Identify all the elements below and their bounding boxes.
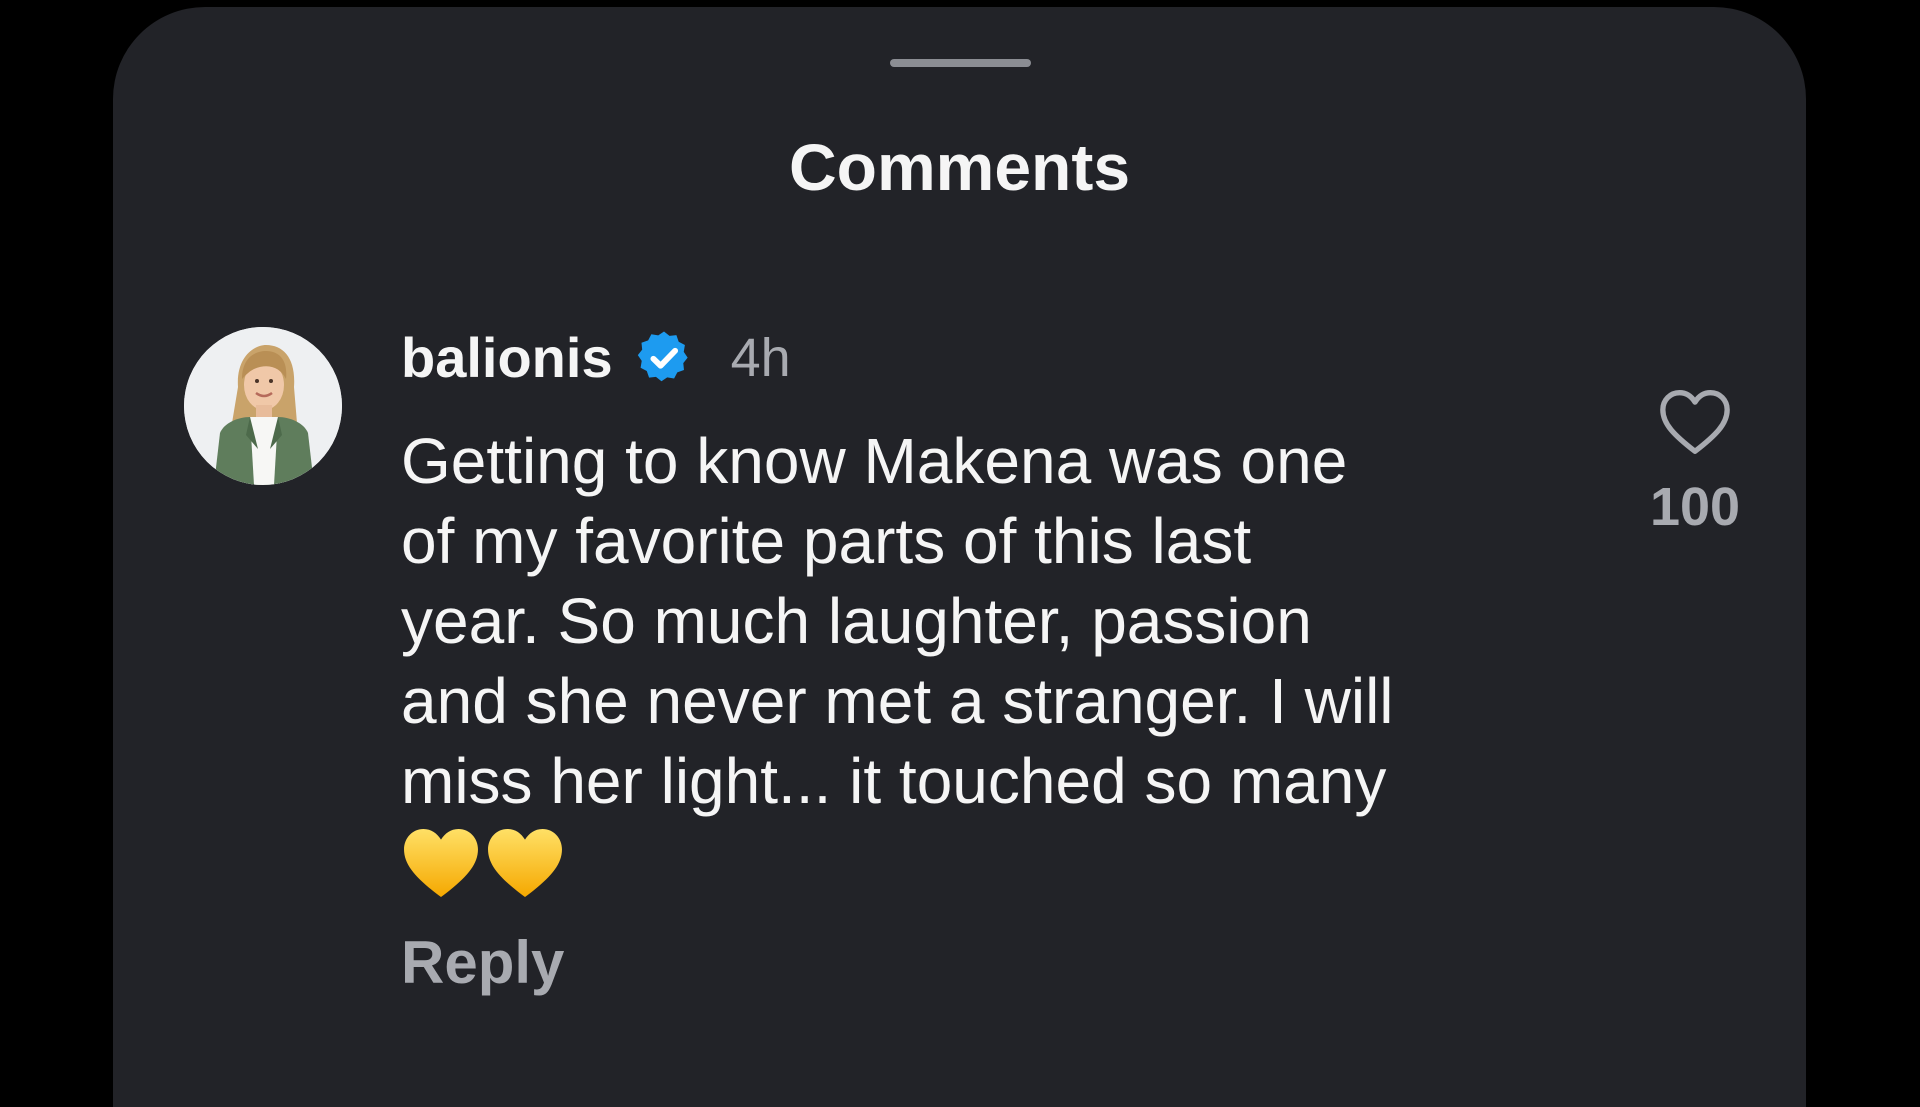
like-section: 100 [1630,387,1760,539]
comment-item: balionis 4h Getting to know Makena was o… [113,7,1806,1107]
avatar-image [184,327,342,485]
yellow-heart-emoji [404,828,478,898]
comment-text: Getting to know Makena was one of my fav… [401,425,1394,817]
emoji-row [402,827,564,899]
reply-button[interactable]: Reply [401,919,564,1007]
username[interactable]: balionis [401,321,613,395]
like-count: 100 [1649,477,1741,537]
verified-badge-icon [635,329,693,387]
comment-timestamp: 4h [730,328,791,388]
avatar[interactable] [184,327,342,485]
heart-outline-icon[interactable] [1657,387,1733,457]
yellow-heart-emoji [488,828,562,898]
comment-header: balionis 4h [401,321,791,395]
comments-sheet: Comments balionis 4h Getting to know Mak… [113,7,1806,1107]
